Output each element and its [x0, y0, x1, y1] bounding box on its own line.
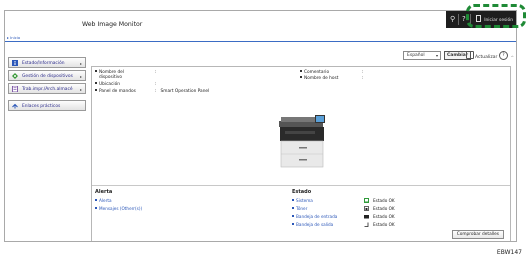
check-details-button[interactable]: Comprobar detalles	[451, 230, 504, 239]
refresh-icon	[466, 51, 474, 59]
device-name-label: Nombre del dispositivo	[99, 70, 125, 80]
status-row-input-tray[interactable]: Bandeja de entrada Estado OK	[292, 214, 432, 220]
status-row-output-tray[interactable]: Bandeja de salida Estado OK	[292, 222, 432, 228]
device-name-value: :	[155, 70, 157, 75]
sidebar-item-status-information[interactable]: Estado/Información ▸	[8, 57, 86, 68]
sidebar-item-useful-links[interactable]: Enlaces prácticos	[8, 100, 86, 111]
output-tray-icon	[364, 222, 369, 227]
login-callout-highlight	[466, 4, 526, 28]
device-management-icon	[12, 73, 18, 79]
host-name-label: Nombre de host	[304, 76, 339, 81]
language-value: Español	[407, 53, 425, 58]
messages-link[interactable]: Mensajes (Otherr(s))	[95, 206, 142, 211]
help-icon[interactable]: ?	[499, 51, 508, 60]
location-label: Ubicación	[99, 82, 120, 87]
chevron-right-icon: ▸	[79, 61, 82, 66]
sidebar-item-label: Enlaces prácticos	[22, 104, 61, 109]
divider	[458, 14, 459, 25]
refresh-button[interactable]: Actualizar	[466, 51, 497, 62]
search-icon[interactable]: ⚲	[450, 15, 455, 23]
sidebar-item-print-jobs[interactable]: Trab.impr./Arch.almacé ▸	[8, 83, 86, 94]
print-jobs-icon	[12, 86, 18, 92]
browser-window: Web Image Monitor ⚲ ? Iniciar sesión ▸ I…	[4, 10, 517, 242]
sidebar-item-label: Estado/Información	[22, 61, 65, 66]
control-panel-value: : Smart Operation Panel	[155, 89, 210, 94]
breadcrumb[interactable]: ▸ Inicio	[7, 35, 20, 40]
title-bar: Web Image Monitor ⚲ ? Iniciar sesión ▸ I…	[5, 11, 516, 40]
location-row: Ubicación :	[95, 82, 156, 87]
control-panel-label: Panel de mandos	[99, 89, 136, 94]
sidebar-item-label: Gestión de dispositivos	[22, 74, 73, 79]
collapse-icon[interactable]: ^	[511, 55, 514, 60]
status-row-system[interactable]: Sistema Estado OK	[292, 198, 432, 204]
comment-label: Comentario	[304, 70, 330, 75]
alert-link[interactable]: Alerta	[95, 198, 112, 203]
links-icon	[12, 103, 18, 109]
toner-icon	[364, 206, 369, 211]
control-panel-row: Panel de mandos : Smart Operation Panel	[95, 89, 255, 94]
chevron-down-icon: ▾	[435, 53, 438, 58]
input-tray-icon	[364, 215, 369, 219]
alert-title: Alerta	[95, 189, 113, 195]
device-status-panel: Nombre del dispositivo : Ubicación : Pan…	[91, 66, 511, 241]
host-name-row: Nombre de host :	[300, 76, 400, 81]
printer-image	[279, 115, 325, 168]
page-toolbar: Español ▾ Cambiar Actualizar ?	[403, 51, 508, 61]
sidebar: Estado/Información ▸ Gestión de disposit…	[8, 57, 86, 113]
system-ok-icon	[364, 198, 369, 203]
comment-row: Comentario :	[300, 70, 400, 75]
section-divider	[92, 185, 510, 186]
language-select[interactable]: Español ▾	[403, 51, 441, 60]
sidebar-item-device-management[interactable]: Gestión de dispositivos ▸	[8, 70, 86, 81]
refresh-label: Actualizar	[475, 55, 498, 60]
info-icon	[12, 60, 18, 66]
app-title: Web Image Monitor	[82, 21, 143, 28]
device-name-row: Nombre del dispositivo :	[95, 70, 205, 80]
status-title: Estado	[292, 189, 312, 195]
figure-code: EBW147	[496, 249, 522, 256]
header-divider	[5, 41, 516, 42]
status-row-toner[interactable]: Tóner Estado OK	[292, 206, 432, 212]
location-value: :	[155, 82, 157, 87]
comment-value: :	[362, 70, 364, 75]
chevron-right-icon: ▸	[79, 87, 82, 92]
sidebar-item-label: Trab.impr./Arch.almacé	[22, 87, 73, 92]
chevron-right-icon: ▸	[79, 74, 82, 79]
host-name-value: :	[362, 76, 364, 81]
